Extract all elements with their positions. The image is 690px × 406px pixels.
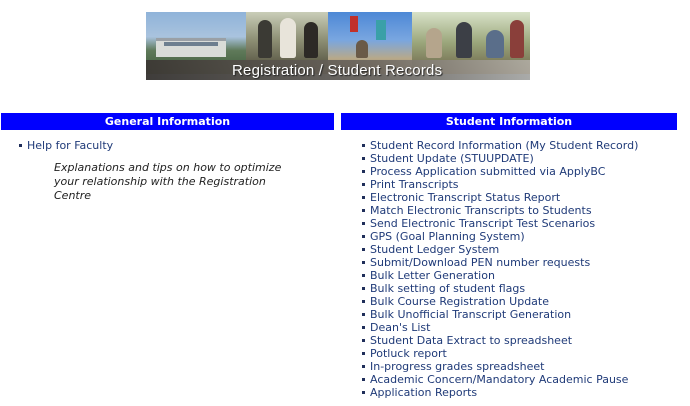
student-update-link[interactable]: Student Update (STUUPDATE) — [370, 152, 534, 165]
bullet-icon — [362, 313, 365, 316]
bullet-icon — [362, 287, 365, 290]
list-item: Dean's List — [362, 321, 638, 334]
list-item: Potluck report — [362, 347, 638, 360]
registration-banner: Registration / Student Records — [146, 12, 530, 80]
match-electronic-transcripts-link[interactable]: Match Electronic Transcripts to Students — [370, 204, 592, 217]
bullet-icon — [362, 365, 365, 368]
print-transcripts-link[interactable]: Print Transcripts — [370, 178, 459, 191]
student-ledger-link[interactable]: Student Ledger System — [370, 243, 499, 256]
bulk-letter-link[interactable]: Bulk Letter Generation — [370, 269, 495, 282]
bullet-icon — [362, 300, 365, 303]
bullet-icon — [362, 248, 365, 251]
list-item: Process Application submitted via ApplyB… — [362, 165, 638, 178]
list-item: Help for Faculty — [19, 139, 113, 152]
list-item: In-progress grades spreadsheet — [362, 360, 638, 373]
student-data-extract-link[interactable]: Student Data Extract to spreadsheet — [370, 334, 572, 347]
gps-link[interactable]: GPS (Goal Planning System) — [370, 230, 525, 243]
student-information-header: Student Information — [341, 113, 677, 130]
bullet-icon — [362, 183, 365, 186]
pen-requests-link[interactable]: Submit/Download PEN number requests — [370, 256, 590, 269]
list-item: Send Electronic Transcript Test Scenario… — [362, 217, 638, 230]
bullet-icon — [362, 235, 365, 238]
list-item: GPS (Goal Planning System) — [362, 230, 638, 243]
application-reports-link[interactable]: Application Reports — [370, 386, 477, 399]
list-item: Student Data Extract to spreadsheet — [362, 334, 638, 347]
deans-list-link[interactable]: Dean's List — [370, 321, 430, 334]
bullet-icon — [362, 339, 365, 342]
student-links-list: Student Record Information (My Student R… — [362, 139, 638, 399]
potluck-report-link[interactable]: Potluck report — [370, 347, 447, 360]
bullet-icon — [19, 144, 22, 147]
student-record-information-link[interactable]: Student Record Information (My Student R… — [370, 139, 638, 152]
list-item: Match Electronic Transcripts to Students — [362, 204, 638, 217]
list-item: Print Transcripts — [362, 178, 638, 191]
list-item: Electronic Transcript Status Report — [362, 191, 638, 204]
list-item: Bulk Letter Generation — [362, 269, 638, 282]
help-description: Explanations and tips on how to optimize… — [54, 161, 282, 202]
bullet-icon — [362, 196, 365, 199]
bullet-icon — [362, 274, 365, 277]
bullet-icon — [362, 144, 365, 147]
bulk-course-registration-link[interactable]: Bulk Course Registration Update — [370, 295, 549, 308]
general-information-header: General Information — [1, 113, 334, 130]
bulk-unofficial-transcript-link[interactable]: Bulk Unofficial Transcript Generation — [370, 308, 571, 321]
list-item: Submit/Download PEN number requests — [362, 256, 638, 269]
bullet-icon — [362, 261, 365, 264]
bullet-icon — [362, 391, 365, 394]
page: Registration / Student Records General I… — [0, 0, 690, 406]
list-item: Bulk setting of student flags — [362, 282, 638, 295]
academic-concern-link[interactable]: Academic Concern/Mandatory Academic Paus… — [370, 373, 628, 386]
bullet-icon — [362, 352, 365, 355]
list-item: Academic Concern/Mandatory Academic Paus… — [362, 373, 638, 386]
bullet-icon — [362, 157, 365, 160]
process-application-link[interactable]: Process Application submitted via ApplyB… — [370, 165, 605, 178]
general-links-list: Help for Faculty — [19, 139, 113, 152]
list-item: Student Record Information (My Student R… — [362, 139, 638, 152]
bullet-icon — [362, 378, 365, 381]
in-progress-grades-link[interactable]: In-progress grades spreadsheet — [370, 360, 544, 373]
electronic-transcript-status-link[interactable]: Electronic Transcript Status Report — [370, 191, 560, 204]
banner-caption: Registration / Student Records — [232, 62, 443, 79]
list-item: Bulk Course Registration Update — [362, 295, 638, 308]
list-item: Application Reports — [362, 386, 638, 399]
list-item: Student Ledger System — [362, 243, 638, 256]
bullet-icon — [362, 170, 365, 173]
send-transcript-test-link[interactable]: Send Electronic Transcript Test Scenario… — [370, 217, 595, 230]
bulk-student-flags-link[interactable]: Bulk setting of student flags — [370, 282, 525, 295]
help-for-faculty-link[interactable]: Help for Faculty — [27, 139, 113, 152]
list-item: Bulk Unofficial Transcript Generation — [362, 308, 638, 321]
bullet-icon — [362, 222, 365, 225]
list-item: Student Update (STUUPDATE) — [362, 152, 638, 165]
bullet-icon — [362, 326, 365, 329]
bullet-icon — [362, 209, 365, 212]
